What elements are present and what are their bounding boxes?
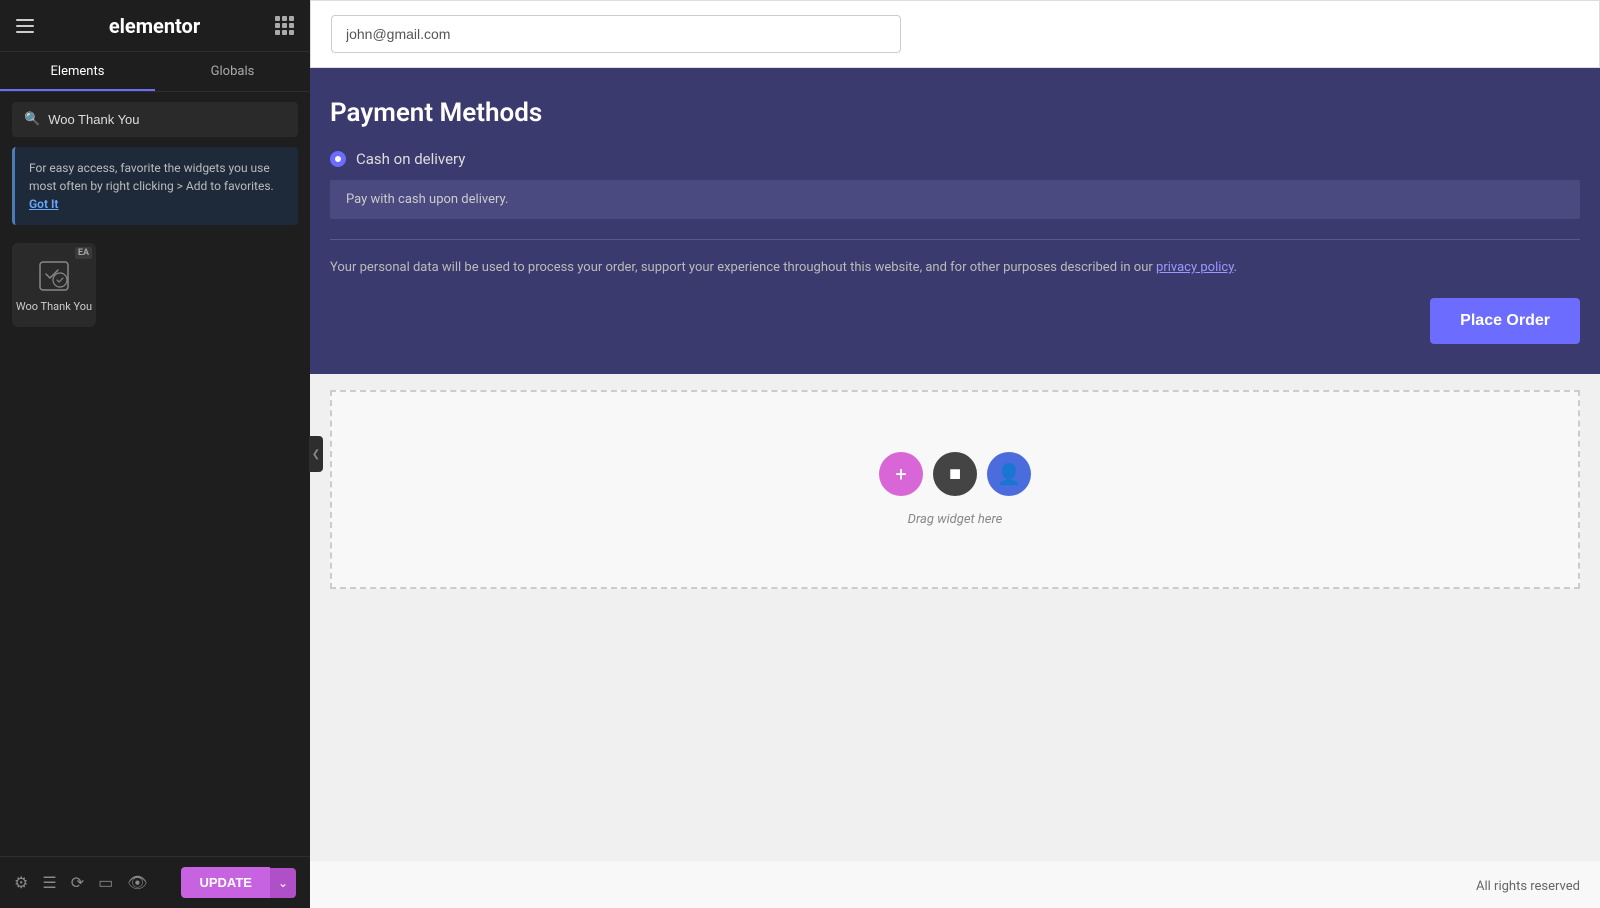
privacy-text-body: Your personal data will be used to proce…: [330, 260, 1156, 275]
widget-icon: [36, 258, 72, 294]
search-container: 🔍: [12, 102, 298, 137]
sidebar: elementor Elements Globals 🔍 For easy ac…: [0, 0, 310, 908]
search-input[interactable]: [48, 112, 286, 127]
email-bar: [310, 0, 1600, 68]
widget-label: Woo Thank You: [16, 300, 92, 313]
logo-text: elementor: [109, 14, 200, 38]
footer: All rights reserved: [310, 860, 1600, 908]
email-input[interactable]: [331, 15, 901, 53]
update-button[interactable]: UPDATE: [181, 867, 269, 898]
privacy-text: Your personal data will be used to proce…: [330, 258, 1580, 278]
ea-badge: EA: [75, 247, 92, 259]
tab-elements[interactable]: Elements: [0, 52, 155, 91]
payment-title: Payment Methods: [330, 98, 1580, 128]
main-content: Payment Methods Cash on delivery Pay wit…: [310, 0, 1600, 908]
widget-card-woo-thank-you[interactable]: EA Woo Thank You: [12, 243, 96, 327]
collapse-handle[interactable]: ❮: [309, 436, 323, 472]
search-icon: 🔍: [24, 112, 40, 127]
add-widget-icon[interactable]: +: [879, 452, 923, 496]
template-icon[interactable]: 👤: [987, 452, 1031, 496]
info-text: For easy access, favorite the widgets yo…: [29, 161, 274, 193]
drag-label: Drag widget here: [908, 512, 1003, 527]
history-icon[interactable]: ⟳: [71, 873, 84, 892]
info-banner: For easy access, favorite the widgets yo…: [12, 147, 298, 225]
empty-area: [310, 605, 1600, 861]
payment-description: Pay with cash upon delivery.: [330, 180, 1580, 219]
drop-zone[interactable]: + ■ 👤 Drag widget here: [330, 390, 1580, 589]
payment-option-cod: Cash on delivery: [330, 150, 1580, 168]
drop-zone-icons: + ■ 👤: [879, 452, 1031, 496]
payment-divider: [330, 239, 1580, 240]
section-icon[interactable]: ■: [933, 452, 977, 496]
privacy-policy-link[interactable]: privacy policy: [1156, 260, 1234, 275]
payment-description-text: Pay with cash upon delivery.: [346, 192, 1564, 207]
payment-section: Payment Methods Cash on delivery Pay wit…: [310, 68, 1600, 374]
order-button-container: Place Order: [330, 298, 1580, 344]
tab-globals[interactable]: Globals: [155, 52, 310, 91]
footer-text: All rights reserved: [1476, 879, 1580, 894]
widgets-area: EA Woo Thank You: [0, 235, 310, 335]
radio-cash-on-delivery[interactable]: [330, 151, 346, 167]
sidebar-header: elementor: [0, 0, 310, 52]
eye-icon[interactable]: 👁: [127, 873, 147, 892]
place-order-button[interactable]: Place Order: [1430, 298, 1580, 344]
update-button-container: UPDATE ⌄: [181, 867, 296, 898]
gear-icon[interactable]: ⚙: [14, 873, 28, 892]
sidebar-tabs: Elements Globals: [0, 52, 310, 92]
payment-option-label: Cash on delivery: [356, 150, 465, 168]
responsive-icon[interactable]: ▭: [98, 873, 113, 892]
bottom-toolbar: ⚙ ☰ ⟳ ▭ 👁 UPDATE ⌄: [0, 856, 310, 908]
grid-icon[interactable]: [275, 16, 294, 35]
layers-icon[interactable]: ☰: [42, 873, 56, 892]
update-chevron-button[interactable]: ⌄: [270, 868, 296, 898]
got-it-link[interactable]: Got It: [29, 197, 58, 211]
hamburger-icon[interactable]: [16, 19, 34, 33]
